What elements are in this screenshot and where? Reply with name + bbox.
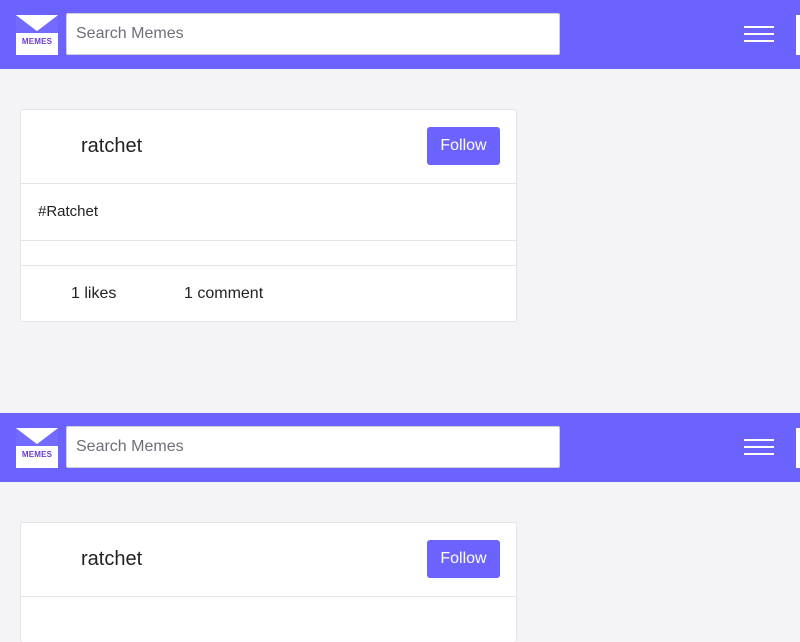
- post-card: ratchet Follow: [20, 522, 517, 642]
- page-section-1: MEMES ratchet Follow #Ratchet 1 likes 1 …: [0, 0, 800, 322]
- secondary-logo-edge: [796, 428, 800, 468]
- memes-logo[interactable]: MEMES: [16, 15, 58, 55]
- memes-logo-icon: [16, 15, 58, 55]
- navbar: MEMES: [0, 413, 800, 482]
- memes-logo[interactable]: MEMES: [16, 428, 58, 468]
- menu-bar: [744, 446, 774, 448]
- post-card: ratchet Follow #Ratchet 1 likes 1 commen…: [20, 109, 517, 322]
- post-stats: 1 likes 1 comment: [21, 266, 516, 322]
- avatar[interactable]: [37, 126, 77, 166]
- search-input[interactable]: [66, 13, 560, 55]
- likes-count[interactable]: 1 likes: [71, 285, 116, 303]
- post-header: ratchet Follow: [21, 523, 516, 597]
- hamburger-menu-icon[interactable]: [744, 24, 774, 44]
- post-media: [21, 241, 516, 266]
- logo-text: MEMES: [21, 450, 53, 459]
- avatar[interactable]: [37, 539, 77, 579]
- comments-count[interactable]: 1 comment: [184, 285, 263, 303]
- search-input[interactable]: [66, 426, 560, 468]
- hamburger-menu-icon[interactable]: [744, 437, 774, 457]
- hashtag-row: #Ratchet: [21, 184, 516, 241]
- menu-bar: [744, 33, 774, 35]
- post-header: ratchet Follow: [21, 110, 516, 184]
- post-username[interactable]: ratchet: [81, 548, 142, 571]
- navbar: MEMES: [0, 0, 800, 69]
- secondary-logo-edge: [796, 15, 800, 55]
- menu-bar: [744, 26, 774, 28]
- follow-button[interactable]: Follow: [427, 540, 500, 578]
- follow-button[interactable]: Follow: [427, 127, 500, 165]
- menu-bar: [744, 40, 774, 42]
- hashtag-link[interactable]: #Ratchet: [38, 203, 98, 220]
- memes-logo-icon: [16, 428, 58, 468]
- post-username[interactable]: ratchet: [81, 135, 142, 158]
- logo-text: MEMES: [21, 37, 53, 46]
- page-section-2: MEMES ratchet Follow: [0, 413, 800, 642]
- menu-bar: [744, 439, 774, 441]
- menu-bar: [744, 453, 774, 455]
